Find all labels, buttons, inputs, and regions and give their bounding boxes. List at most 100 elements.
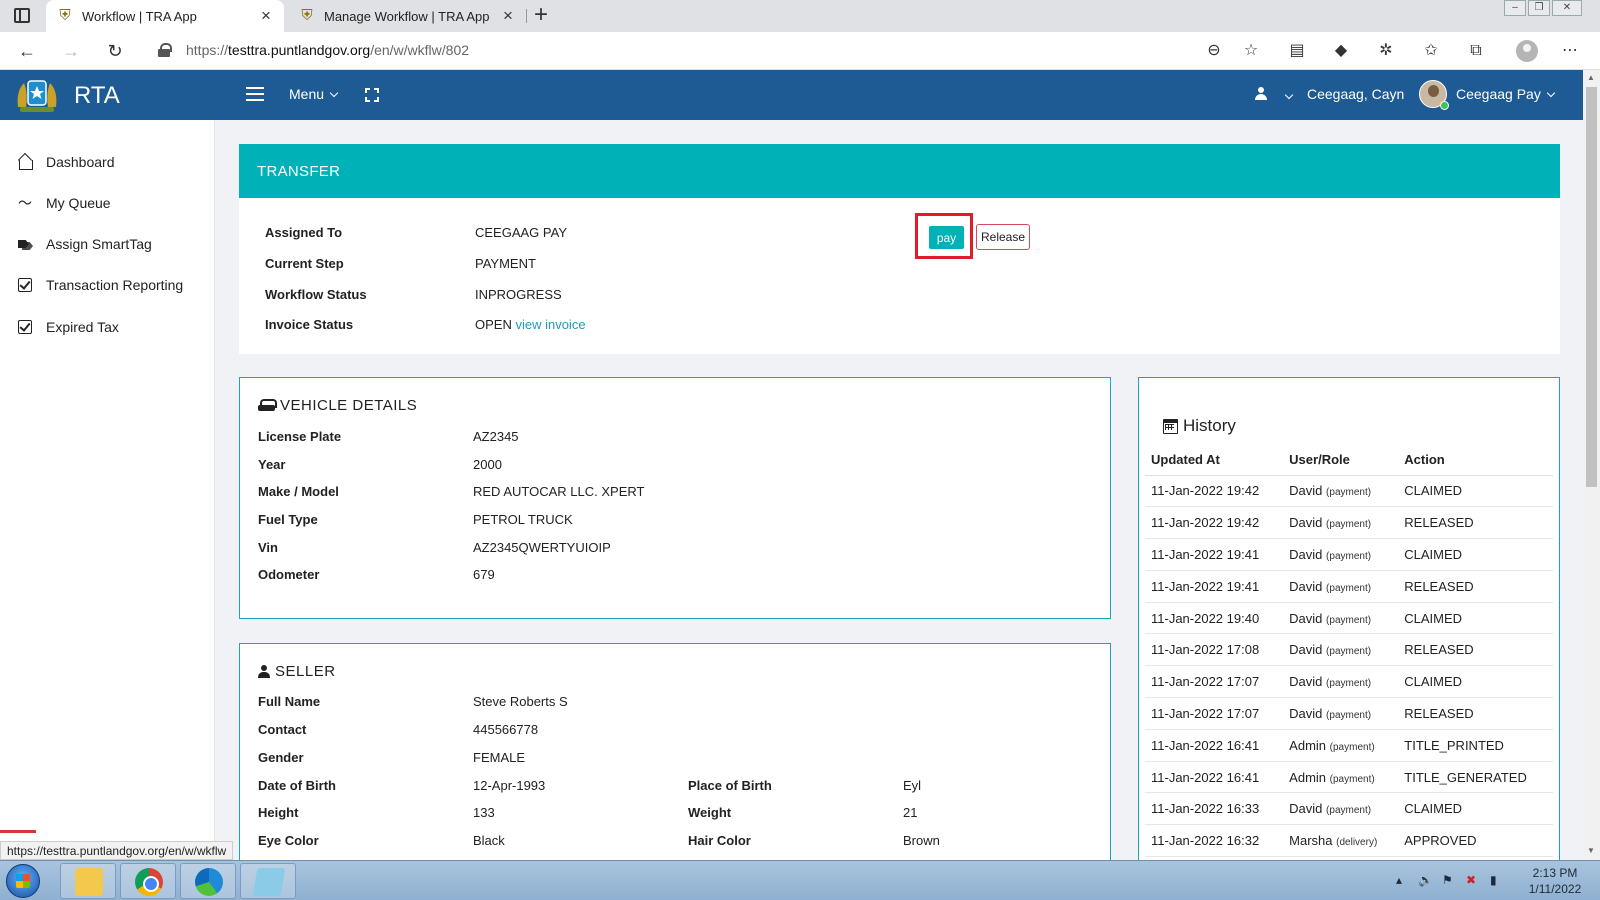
action-center-icon[interactable]: ⚑ xyxy=(1442,873,1453,887)
browser-profile-icon[interactable] xyxy=(1516,40,1538,62)
history-user-role: David (payment) xyxy=(1283,792,1399,826)
taskbar-edge[interactable] xyxy=(180,863,236,899)
history-role: (delivery) xyxy=(1336,837,1378,849)
app-header: RTA Menu Ceegaag, Cayn Ceegaag Pay xyxy=(0,70,1583,120)
network-error-icon[interactable]: ✖ xyxy=(1466,873,1476,887)
system-clock[interactable]: 2:13 PM 1/11/2022 xyxy=(1524,865,1586,897)
gender-label: Gender xyxy=(258,750,304,765)
dob-value: 12-Apr-1993 xyxy=(473,778,546,793)
user-icon[interactable] xyxy=(1254,87,1268,101)
sidebar: Dashboard 〜 My Queue Assign SmartTag Tra… xyxy=(0,120,215,860)
signal-icon[interactable]: ▮ xyxy=(1490,873,1497,887)
height-label: Height xyxy=(258,805,299,820)
check-square-icon xyxy=(18,320,32,334)
odometer-label: Odometer xyxy=(258,567,320,582)
history-action: APPROVED xyxy=(1398,824,1553,858)
restore-icon[interactable]: ❐ xyxy=(1528,0,1550,16)
history-role: (payment) xyxy=(1329,773,1375,785)
taskbar: ▴ 🔈 ⚑ ✖ ▮ 2:13 PM 1/11/2022 xyxy=(0,860,1600,900)
column-header-user-role: User/Role xyxy=(1283,445,1399,476)
scrollbar-thumb[interactable] xyxy=(1586,87,1597,487)
volume-icon[interactable]: 🔈 xyxy=(1418,873,1433,887)
sidebar-item-label: Dashboard xyxy=(46,154,115,170)
invoice-status-text: OPEN xyxy=(475,317,512,332)
url-host: testtra.puntlandgov.org xyxy=(228,42,371,58)
forward-icon[interactable]: → xyxy=(60,40,82,62)
browser-tab-workflow[interactable]: ⛨ Workflow | TRA App × xyxy=(46,0,284,32)
history-role: (payment) xyxy=(1326,678,1372,690)
tray-expand-icon[interactable]: ▴ xyxy=(1396,873,1402,887)
chevron-down-icon xyxy=(329,88,339,98)
favicon-crest-icon: ⛨ xyxy=(59,7,71,24)
history-action: CLAIMED xyxy=(1398,475,1553,508)
tab-actions-icon[interactable] xyxy=(14,8,30,23)
chevron-down-icon xyxy=(1546,88,1556,98)
favorites-icon[interactable]: ✩ xyxy=(1421,41,1441,61)
sidebar-item-my-queue[interactable]: 〜 My Queue xyxy=(18,191,111,215)
reading-list-icon[interactable]: ▤ xyxy=(1287,41,1307,61)
close-tab-icon[interactable]: × xyxy=(258,6,274,26)
collections-icon[interactable]: ⧉ xyxy=(1466,41,1486,61)
browser-tab-manage-workflow[interactable]: ⛨ Manage Workflow | TRA App × xyxy=(288,0,526,32)
history-updated-at: 11-Jan-2022 16:33 xyxy=(1145,792,1284,826)
sidebar-item-expired-tax[interactable]: Expired Tax xyxy=(18,315,119,339)
taskbar-explorer[interactable] xyxy=(60,863,116,899)
start-button[interactable] xyxy=(6,864,40,898)
history-user-role: Marsha (delivery) xyxy=(1283,824,1399,858)
close-tab-icon[interactable]: × xyxy=(500,6,516,26)
fullscreen-icon[interactable] xyxy=(365,88,379,102)
table-row: 11-Jan-2022 16:41 Admin (payment) TITLE_GE… xyxy=(1145,761,1553,794)
vehicle-details-title: VEHICLE DETAILS xyxy=(258,397,417,414)
favorite-add-icon[interactable]: ☆ xyxy=(1241,41,1261,61)
eye-color-value: Black xyxy=(473,833,505,848)
make-model-label: Make / Model xyxy=(258,484,339,499)
full-name-link[interactable]: Steve Roberts S xyxy=(473,694,568,709)
menu-dropdown[interactable]: Menu xyxy=(289,86,339,102)
history-action: RELEASED xyxy=(1398,633,1553,667)
extensions-icon[interactable]: ✲ xyxy=(1376,41,1396,61)
hamburger-menu-icon[interactable] xyxy=(246,87,264,101)
dob-label: Date of Birth xyxy=(258,778,336,793)
more-options-icon[interactable]: ⋯ xyxy=(1560,41,1580,61)
release-button[interactable]: Release xyxy=(976,224,1030,250)
url-field[interactable]: https://testtra.puntlandgov.org/en/w/wkf… xyxy=(146,36,1266,66)
zoom-out-icon[interactable]: ⊖ xyxy=(1204,41,1224,61)
car-icon xyxy=(258,399,277,412)
invoice-status-value: OPEN view invoice xyxy=(475,317,586,332)
taskbar-notepad[interactable] xyxy=(240,863,296,899)
puntland-crest-logo xyxy=(17,80,57,112)
minimize-icon[interactable]: – xyxy=(1504,0,1526,16)
page-scrollbar[interactable]: ▲ ▼ xyxy=(1583,70,1600,860)
fuel-type-label: Fuel Type xyxy=(258,512,318,527)
sidebar-item-label: Expired Tax xyxy=(46,319,119,335)
menu-label: Menu xyxy=(289,86,325,102)
shield-extension-icon[interactable]: ◆ xyxy=(1331,41,1351,61)
sidebar-item-dashboard[interactable]: Dashboard xyxy=(18,150,115,174)
pay-button[interactable]: pay xyxy=(929,226,964,249)
home-icon xyxy=(18,155,33,170)
sidebar-item-label: My Queue xyxy=(46,195,111,211)
url-text: https://testtra.puntlandgov.org/en/w/wkf… xyxy=(186,42,469,58)
license-plate-link[interactable]: AZ2345 xyxy=(473,429,519,444)
scroll-up-icon[interactable]: ▲ xyxy=(1587,73,1595,82)
year-value: 2000 xyxy=(473,457,502,472)
user-dropdown[interactable] xyxy=(1279,89,1294,104)
history-action: RELEASED xyxy=(1398,697,1553,730)
role-dropdown[interactable]: Ceegaag Pay xyxy=(1456,86,1556,102)
history-user-role: David (payment) xyxy=(1283,506,1399,540)
new-tab-icon[interactable]: + xyxy=(534,3,548,27)
reload-icon[interactable]: ↻ xyxy=(104,40,126,62)
history-updated-at: 11-Jan-2022 19:42 xyxy=(1145,475,1284,508)
back-icon[interactable]: ← xyxy=(16,40,38,62)
online-status-icon xyxy=(1440,101,1449,110)
taskbar-chrome[interactable] xyxy=(120,863,176,899)
history-user: David xyxy=(1289,801,1323,817)
scroll-down-icon[interactable]: ▼ xyxy=(1587,846,1595,855)
close-window-icon[interactable]: ✕ xyxy=(1552,0,1582,16)
vin-label: Vin xyxy=(258,540,278,555)
view-invoice-link[interactable]: view invoice xyxy=(515,317,585,332)
history-action: TITLE_GENERATED xyxy=(1398,761,1553,794)
hair-color-value: Brown xyxy=(903,833,940,848)
sidebar-item-transaction-reporting[interactable]: Transaction Reporting xyxy=(18,273,183,297)
sidebar-item-assign-smarttag[interactable]: Assign SmartTag xyxy=(18,232,152,256)
